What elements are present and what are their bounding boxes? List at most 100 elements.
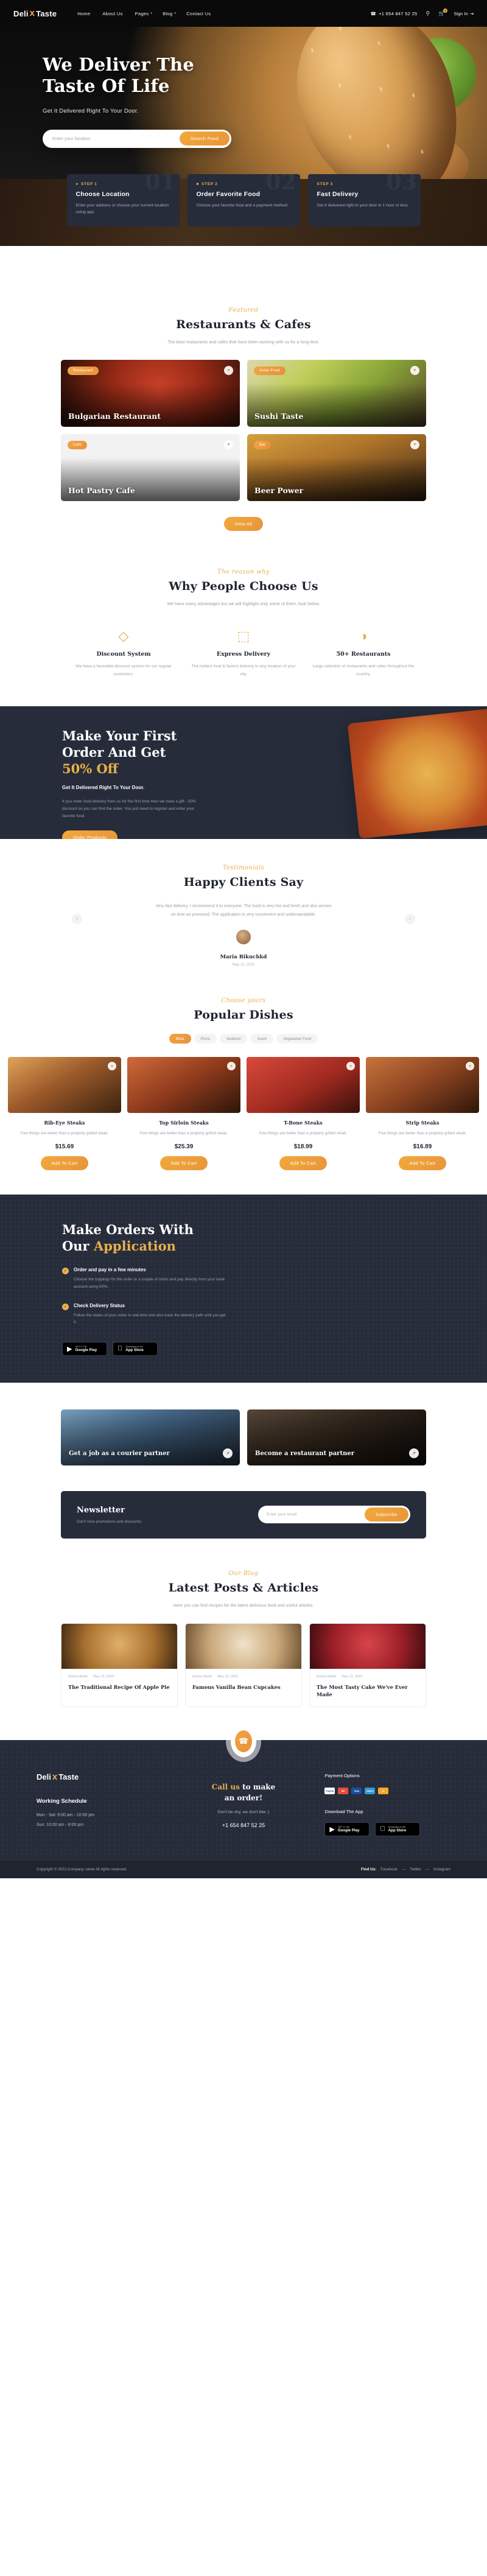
view-all-button[interactable]: View All xyxy=(223,516,264,531)
dish-card[interactable]: ♥ Rib-Eye Steaks Few things are better t… xyxy=(8,1057,121,1170)
social-link-twitter[interactable]: Twitter xyxy=(410,1867,421,1872)
blog-date: May 13, 2022 xyxy=(93,1674,114,1679)
app-store-button[interactable]:  Download on the App Store xyxy=(375,1822,421,1836)
add-to-cart-button[interactable]: Add To Cart xyxy=(159,1156,208,1170)
cart-icon[interactable]: 🛒 0 xyxy=(438,8,448,17)
favorite-heart-icon[interactable]: ♥ xyxy=(466,1062,474,1071)
footer-columns: Deli x Taste Working Schedule Mon - Sat:… xyxy=(0,1772,487,1836)
favorite-heart-icon[interactable]: ♥ xyxy=(108,1062,116,1071)
dish-card[interactable]: ♥ T-Bone Steaks Few things are better th… xyxy=(247,1057,360,1170)
nav-item-about-us[interactable]: About Us xyxy=(102,11,124,16)
newsletter-email-input[interactable] xyxy=(267,1512,365,1517)
promo-body: If you order food delivery from us for t… xyxy=(62,799,196,819)
blog-eyebrow: Our Blog xyxy=(228,1570,259,1577)
blog-post-title: The Traditional Recipe Of Apple Pie xyxy=(68,1683,170,1690)
partner-card-restaurant[interactable]: Become a restaurant partner ↗ xyxy=(247,1409,426,1465)
nav-item-home[interactable]: Home xyxy=(77,11,92,16)
feature-desc: The hottest food & fastest delivery to a… xyxy=(191,664,296,676)
schedule-weekday: Mon - Sat: 9:00 am - 10:00 pm xyxy=(37,1813,94,1818)
carousel-next-button[interactable]: › xyxy=(405,914,415,925)
google-play-button[interactable]: ▶ GET IT ON Google Play xyxy=(62,1341,107,1356)
step-desc: Enter your address or choose your curren… xyxy=(75,203,169,215)
footer-store-badges: ▶ GET IT ON Google Play  Download on th… xyxy=(324,1822,450,1836)
restaurant-card[interactable]: Bar ♥ Beer Power xyxy=(247,433,426,501)
favorite-heart-icon[interactable]: ♥ xyxy=(346,1062,355,1071)
app-store-button[interactable]:  Download on the App Store xyxy=(113,1341,158,1356)
restaurant-card[interactable]: Cafe ♥ Hot Pastry Cafe xyxy=(61,433,240,501)
carousel-prev-button[interactable]: ‹ xyxy=(72,914,82,925)
logo[interactable]: Deli x Taste xyxy=(13,9,57,18)
app-title: Make Orders With Our Application xyxy=(62,1221,262,1255)
store-big-text: Google Play xyxy=(337,1828,360,1833)
dish-image: ♥ xyxy=(8,1057,121,1114)
footer-logo-b: Taste xyxy=(58,1772,79,1782)
favorite-heart-icon[interactable]: ♥ xyxy=(410,365,419,375)
restaurant-tag: Asian Food xyxy=(254,366,286,375)
footer-call-badge[interactable]: ☎ xyxy=(231,1725,256,1758)
blog-title: Latest Posts & Articles xyxy=(168,1581,319,1595)
location-search-input[interactable] xyxy=(52,136,180,142)
header-actions: ☎ +1 654 847 52 25 ⚲ 🛒 0 Sign In ⇥ xyxy=(370,8,474,17)
footer-logo[interactable]: Deli x Taste xyxy=(37,1772,163,1782)
partner-section: Get a job as a courier partner ↗ Become … xyxy=(0,1383,487,1465)
chevron-down-icon: ▾ xyxy=(150,12,153,15)
subscribe-button[interactable]: Subscribe xyxy=(364,1507,408,1522)
dish-desc: Few things are better than a properly gr… xyxy=(378,1131,467,1136)
add-to-cart-button[interactable]: Add To Cart xyxy=(279,1156,328,1170)
apple-icon:  xyxy=(380,1825,385,1833)
partner-card-courier[interactable]: Get a job as a courier partner ↗ xyxy=(61,1409,240,1465)
social-link-instagram[interactable]: Instagram xyxy=(433,1867,450,1872)
favorite-heart-icon[interactable]: ♥ xyxy=(224,365,233,375)
search-food-button[interactable]: Search Food xyxy=(179,132,229,146)
tab-meat[interactable]: Meat xyxy=(169,1034,191,1044)
google-play-button[interactable]: ▶ GET IT ON Google Play xyxy=(324,1822,370,1836)
restaurant-card[interactable]: Restaurant ♥ Bulgarian Restaurant xyxy=(61,359,240,427)
tab-pizza[interactable]: Pizza xyxy=(194,1034,217,1044)
nav-item-pages[interactable]: Pages ▾ xyxy=(135,11,153,16)
dish-card[interactable]: ♥ Top Sirloin Steaks Few things are bett… xyxy=(127,1057,240,1170)
nav-label: Blog xyxy=(163,10,173,16)
arrow-up-right-icon[interactable]: ↗ xyxy=(223,1448,233,1458)
promo-discount: 50% Off xyxy=(62,761,119,777)
app-benefit-title: Check Delivery Status xyxy=(74,1302,125,1308)
nav-item-contact-us[interactable]: Contact Us xyxy=(186,11,212,16)
restaurant-card[interactable]: Asian Food ♥ Sushi Taste xyxy=(247,359,426,427)
tab-seafood[interactable]: Seafood xyxy=(219,1034,248,1044)
footer-phone-number[interactable]: +1 654 847 52 25 xyxy=(181,1822,307,1828)
restaurant-name: Bulgarian Restaurant xyxy=(68,411,161,421)
feature-title: Express Delivery xyxy=(216,651,271,658)
order-products-button[interactable]: Order Products xyxy=(62,830,118,840)
favorite-heart-icon[interactable]: ♥ xyxy=(227,1062,236,1071)
tab-vegetarian-food[interactable]: Vegetarian Food xyxy=(276,1034,318,1044)
add-to-cart-button[interactable]: Add To Cart xyxy=(40,1156,89,1170)
add-to-cart-button[interactable]: Add To Cart xyxy=(398,1156,447,1170)
sign-in-button[interactable]: Sign In ⇥ xyxy=(454,11,474,16)
working-schedule-title: Working Schedule xyxy=(37,1798,87,1805)
testimonial-quote: Very fast delivery. I recommend it to ev… xyxy=(155,904,332,917)
feature-item: ⬚ Express Delivery The hottest food & fa… xyxy=(191,630,297,678)
nav-item-blog[interactable]: Blog ▾ xyxy=(163,11,176,16)
tab-sushi[interactable]: Sushi xyxy=(250,1034,274,1044)
promo-title: Make Your First Order And Get 50% Off xyxy=(62,728,244,777)
dish-price: $18.99 xyxy=(293,1143,313,1150)
step-desc: Get it delivered right to your door in 1… xyxy=(317,203,409,208)
favorite-heart-icon[interactable]: ♥ xyxy=(224,440,233,449)
favorite-heart-icon[interactable]: ♥ xyxy=(410,440,419,449)
phone-icon: ☎ xyxy=(370,10,377,16)
header-phone[interactable]: ☎ +1 654 847 52 25 xyxy=(370,11,417,16)
why-eyebrow: The reason why xyxy=(217,568,270,575)
why-choose-us-section: The reason why Why People Choose Us We h… xyxy=(0,531,487,679)
blog-post-card[interactable]: Dorina Wolfe May 13, 2022 Famous Vanilla… xyxy=(185,1623,302,1708)
social-link-facebook[interactable]: Facebook xyxy=(380,1867,398,1872)
dish-name: Rib-Eye Steaks xyxy=(44,1120,85,1126)
arrow-up-right-icon[interactable]: ↗ xyxy=(409,1448,419,1458)
restaurants-desc: The best restaurants and cafes that have… xyxy=(167,339,320,345)
step-card: 02 ■ STEP 2 Order Favorite Food Choose yo… xyxy=(187,174,300,226)
blog-post-card[interactable]: Dorina Wolfe May 13, 2022 The Most Tasty… xyxy=(309,1623,426,1708)
food-box-icon: ■ xyxy=(196,182,200,186)
blog-post-card[interactable]: Dorina Wolfe May 13, 2022 The Traditiona… xyxy=(61,1623,178,1708)
restaurants-title: Restaurants & Cafes xyxy=(176,318,311,331)
dish-card[interactable]: ♥ Strip Steaks Few things are better tha… xyxy=(366,1057,479,1170)
search-icon[interactable]: ⚲ xyxy=(426,10,430,17)
feature-title: 50+ Restaurants xyxy=(336,651,391,658)
